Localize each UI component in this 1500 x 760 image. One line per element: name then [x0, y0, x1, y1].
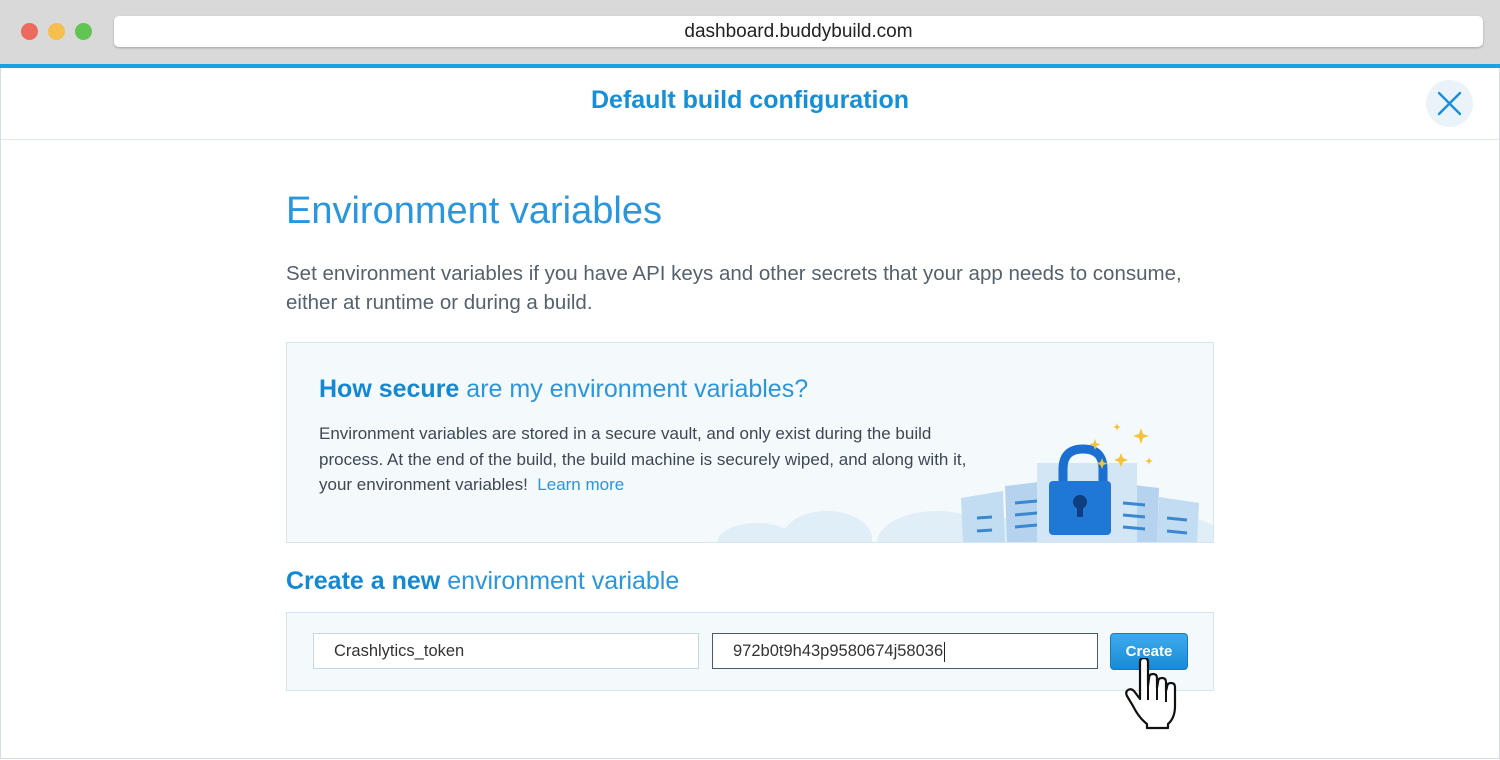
create-title-bold: Create a new: [286, 567, 441, 595]
create-form: Crashlytics_token 972b0t9h43p9580674j580…: [286, 612, 1214, 691]
create-title-rest: environment variable: [440, 567, 680, 595]
window-maximize-dot[interactable]: [75, 23, 92, 40]
text-caret: [944, 641, 946, 662]
section-intro: Set environment variables if you have AP…: [286, 262, 1182, 314]
security-heading: How secure are my environment variables?: [319, 375, 808, 404]
close-icon: [1437, 91, 1462, 116]
address-bar[interactable]: dashboard.buddybuild.com: [114, 16, 1483, 47]
security-info-box: How secure are my environment variables?…: [286, 342, 1214, 543]
page-title: Default build configuration: [590, 86, 910, 114]
section-title: Environment variables: [286, 190, 662, 232]
close-button[interactable]: [1426, 80, 1473, 127]
window-close-dot[interactable]: [21, 23, 38, 40]
variable-name-input[interactable]: Crashlytics_token: [313, 633, 699, 669]
learn-more-link[interactable]: Learn more: [537, 475, 624, 494]
window-minimize-dot[interactable]: [48, 23, 65, 40]
create-title: Create a new environment variable: [286, 567, 679, 596]
variable-name-value: Crashlytics_token: [334, 642, 465, 660]
padlock-illustration: [717, 423, 1213, 542]
modal-header: Default build configuration: [1, 68, 1499, 140]
browser-chrome: dashboard.buddybuild.com: [0, 0, 1500, 64]
hand-cursor-icon: [1125, 658, 1177, 730]
variable-value-input[interactable]: 972b0t9h43p9580674j58036: [712, 633, 1098, 669]
security-heading-bold: How secure: [319, 375, 460, 403]
variable-value-text: 972b0t9h43p9580674j58036: [733, 642, 944, 660]
security-heading-rest: are my environment variables?: [459, 375, 809, 403]
